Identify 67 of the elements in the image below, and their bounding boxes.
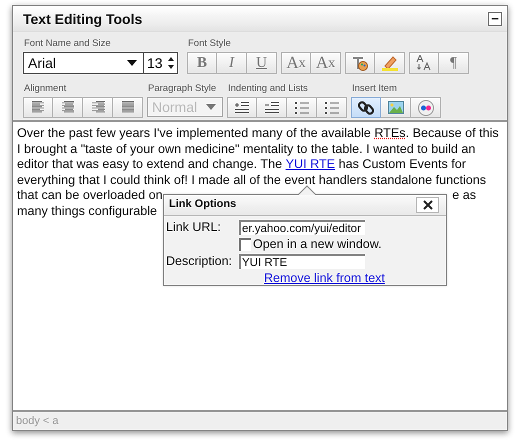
- dialog-title: Link Options: [169, 197, 236, 212]
- body-text: everything that I could think of! I made all of the event handlers standalone functions: [17, 172, 486, 188]
- align-center-button[interactable]: [53, 97, 83, 118]
- caret-icon: [127, 60, 137, 66]
- field-label: Description:: [166, 253, 233, 270]
- group-label: Font Name and Size: [23, 38, 112, 49]
- numbered-list-button[interactable]: [317, 97, 347, 118]
- align-left-button[interactable]: [23, 97, 53, 118]
- underline-button[interactable]: U: [247, 52, 277, 74]
- indent-icon: [234, 101, 250, 114]
- group-label: Insert Item: [351, 83, 398, 94]
- flickr-button[interactable]: [411, 97, 441, 118]
- justify-button[interactable]: [113, 97, 143, 118]
- body-text: . Because of this: [406, 126, 499, 142]
- caret-icon: [206, 104, 216, 110]
- body-text: that can be overloaded on: [17, 188, 163, 204]
- close-icon: [422, 200, 432, 210]
- bullet-list-button[interactable]: [287, 97, 317, 118]
- link-button[interactable]: [351, 97, 381, 118]
- outdent-button[interactable]: [257, 97, 287, 118]
- body-text: editor that was easy to extend and change. The: [17, 157, 284, 173]
- collapse-button[interactable]: −: [488, 12, 502, 26]
- body-text: e as: [452, 188, 476, 204]
- url-field[interactable]: er.yahoo.com/yui/editor: [239, 220, 365, 235]
- body-text: Over the past few years I've implemented many of the available: [17, 126, 372, 142]
- font-size-spinner[interactable]: 13: [144, 52, 178, 74]
- bold-button[interactable]: B: [187, 52, 217, 74]
- checkbox-label: Open in a new window.: [253, 236, 382, 252]
- element-path: body < a: [16, 415, 59, 427]
- image-button[interactable]: [381, 97, 411, 118]
- numbered-list-icon: [324, 101, 340, 114]
- group-label: Font Style: [187, 38, 232, 49]
- body-text: has Custom Events for: [338, 157, 466, 173]
- image-icon: [388, 101, 404, 114]
- font-size-icon: [416, 55, 432, 71]
- align-right-button[interactable]: [83, 97, 113, 118]
- group-label: Alignment: [23, 83, 68, 94]
- indent-button[interactable]: [227, 97, 257, 118]
- body-text: many things configurable: [17, 204, 158, 220]
- align-right-icon: [90, 101, 104, 114]
- align-center-icon: [60, 101, 74, 114]
- group-label: Indenting and Lists: [227, 83, 309, 94]
- group-label: Paragraph Style: [147, 83, 218, 94]
- italic-button[interactable]: I: [217, 52, 247, 74]
- two-dots-icon: [418, 100, 434, 116]
- justify-icon: [120, 101, 134, 114]
- misspelled-word: RTEs: [374, 126, 406, 142]
- checkbox[interactable]: [239, 238, 251, 251]
- dropdown[interactable]: Arial: [23, 52, 144, 74]
- highlight-button[interactable]: [375, 52, 405, 74]
- remove-link[interactable]: Remove link from text: [239, 270, 446, 287]
- text-link[interactable]: YUI RTE: [286, 157, 336, 173]
- highlighter-icon: [380, 55, 398, 71]
- remove-format-button[interactable]: [409, 52, 439, 74]
- chain-link-icon: [358, 100, 374, 116]
- font-color-button[interactable]: [345, 52, 375, 74]
- align-left-icon: [31, 101, 45, 114]
- bullet-list-icon: [294, 101, 310, 114]
- window-title: Text Editing Tools: [23, 10, 142, 26]
- close-button[interactable]: [416, 197, 439, 213]
- show-source-button[interactable]: ¶: [439, 52, 469, 74]
- description-field[interactable]: YUI RTE: [239, 254, 365, 269]
- outdent-icon: [264, 101, 280, 114]
- paint-palette-icon: [352, 55, 368, 71]
- spinner-arrows-icon: [168, 56, 174, 70]
- field-label: Link URL:: [166, 219, 222, 236]
- body-text: I brought a "taste of your own medicine" mentality to the table. I wanted to build an: [17, 142, 476, 158]
